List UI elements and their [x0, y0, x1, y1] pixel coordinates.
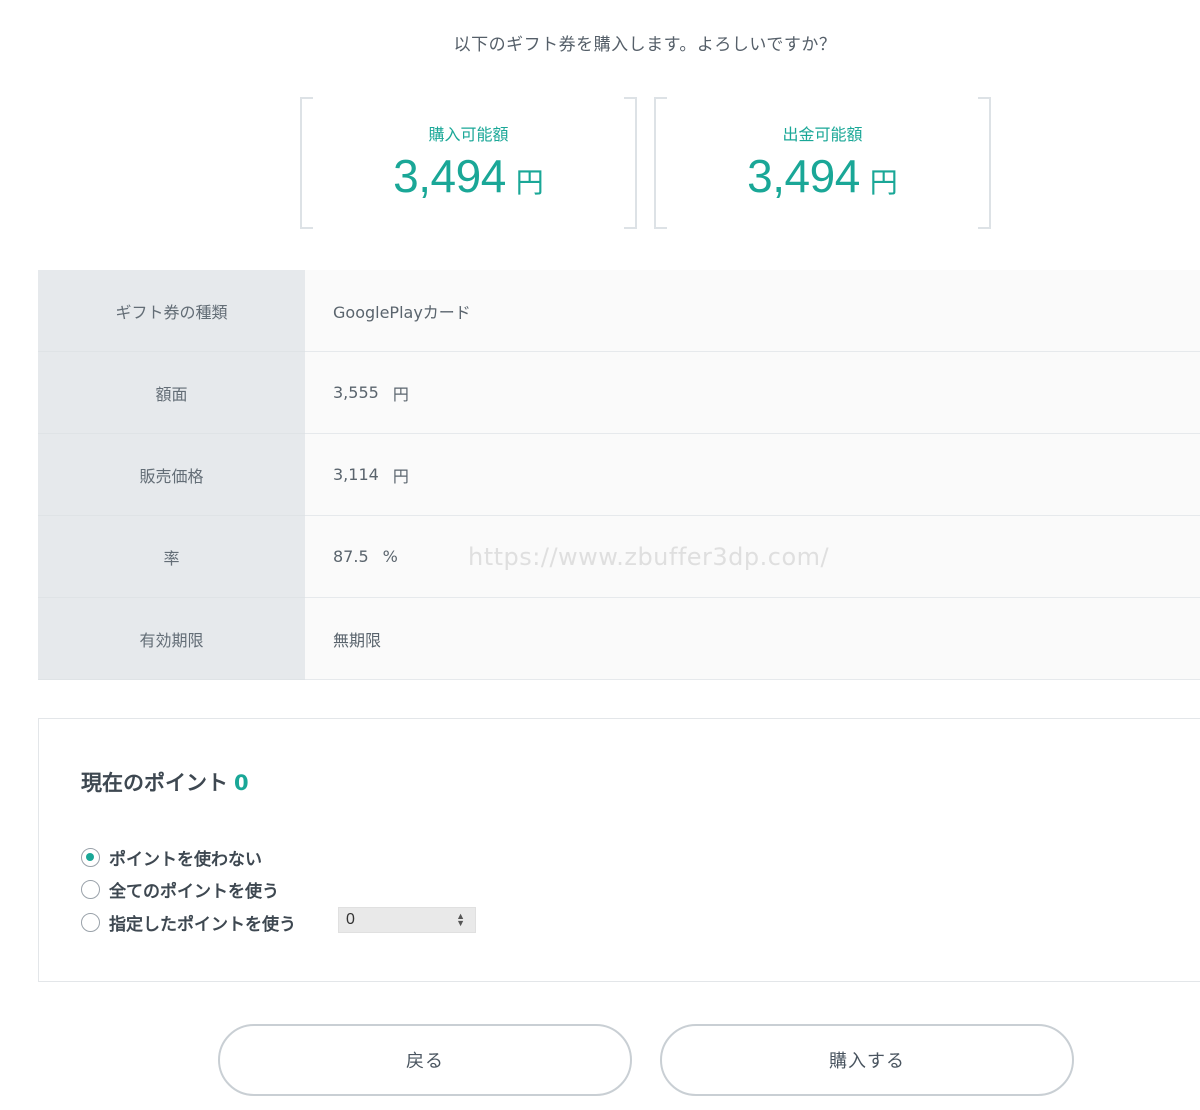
watermark: https://www.zbuffer3dp.com/: [468, 543, 830, 571]
detail-label: 額面: [38, 352, 305, 434]
detail-value-text: 3,114: [333, 465, 379, 484]
withdrawable-amount-box: 出金可能額 3,494 円: [654, 97, 991, 229]
gift-details-table: ギフト券の種類 GooglePlayカード 額面 3,555 円 販売価格 3,1…: [38, 270, 1200, 680]
detail-label: 有効期限: [38, 598, 305, 680]
current-points-value: 0: [234, 771, 249, 795]
points-panel: 現在のポイント 0 ポイントを使わない 全てのポイントを使う 指定したポイントを使…: [38, 718, 1200, 982]
purchase-button[interactable]: 購入する: [660, 1024, 1074, 1096]
current-points-heading: 現在のポイント 0: [81, 767, 249, 797]
detail-row-price: 販売価格 3,114 円: [38, 434, 1200, 516]
radio-no-points[interactable]: ポイントを使わない: [81, 845, 262, 870]
radio-label: 指定したポイントを使う: [109, 915, 296, 935]
specified-points-value[interactable]: 0: [346, 911, 355, 928]
radio-specified-points[interactable]: 指定したポイントを使う: [81, 910, 296, 935]
specified-points-input[interactable]: 0 ▲ ▼: [338, 907, 476, 933]
detail-value-text: 無期限: [333, 630, 382, 650]
radio-label: 全てのポイントを使う: [109, 882, 279, 902]
detail-value: 無期限: [305, 598, 1200, 680]
radio-button[interactable]: [81, 913, 100, 932]
detail-value: GooglePlayカード: [305, 270, 1200, 352]
detail-row-face-value: 額面 3,555 円: [38, 352, 1200, 434]
back-button[interactable]: 戻る: [218, 1024, 632, 1096]
withdrawable-amount-number: 3,494: [747, 150, 860, 202]
detail-value-text: 3,555: [333, 383, 379, 402]
current-points-label: 現在のポイント: [81, 771, 228, 795]
spinner-arrows-icon[interactable]: ▲ ▼: [456, 912, 465, 928]
detail-row-expiry: 有効期限 無期限: [38, 598, 1200, 680]
detail-label: 販売価格: [38, 434, 305, 516]
detail-label: ギフト券の種類: [38, 270, 305, 352]
withdrawable-amount-unit: 円: [869, 166, 898, 199]
detail-value-text: 87.5: [333, 547, 369, 566]
radio-all-points[interactable]: 全てのポイントを使う: [81, 877, 279, 902]
detail-value: 3,114 円: [305, 434, 1200, 516]
detail-value: 3,555 円: [305, 352, 1200, 434]
purchasable-amount-unit: 円: [515, 166, 544, 199]
withdrawable-amount-label: 出金可能額: [782, 125, 863, 144]
detail-unit: %: [382, 547, 398, 566]
detail-label: 率: [38, 516, 305, 598]
purchasable-amount-label: 購入可能額: [428, 125, 509, 144]
detail-row-type: ギフト券の種類 GooglePlayカード: [38, 270, 1200, 352]
radio-button-checked[interactable]: [81, 848, 100, 867]
purchasable-amount-value: 3,494 円: [300, 149, 637, 203]
purchasable-amount-box: 購入可能額 3,494 円: [300, 97, 637, 229]
withdrawable-amount-value: 3,494 円: [654, 149, 991, 203]
detail-value-text: GooglePlayカード: [333, 302, 471, 322]
radio-label: ポイントを使わない: [109, 850, 262, 870]
confirm-message: 以下のギフト券を購入します。よろしいですか？: [453, 35, 837, 55]
purchasable-amount-number: 3,494: [393, 150, 506, 202]
detail-unit: 円: [392, 384, 409, 404]
detail-unit: 円: [392, 466, 409, 486]
radio-button[interactable]: [81, 880, 100, 899]
